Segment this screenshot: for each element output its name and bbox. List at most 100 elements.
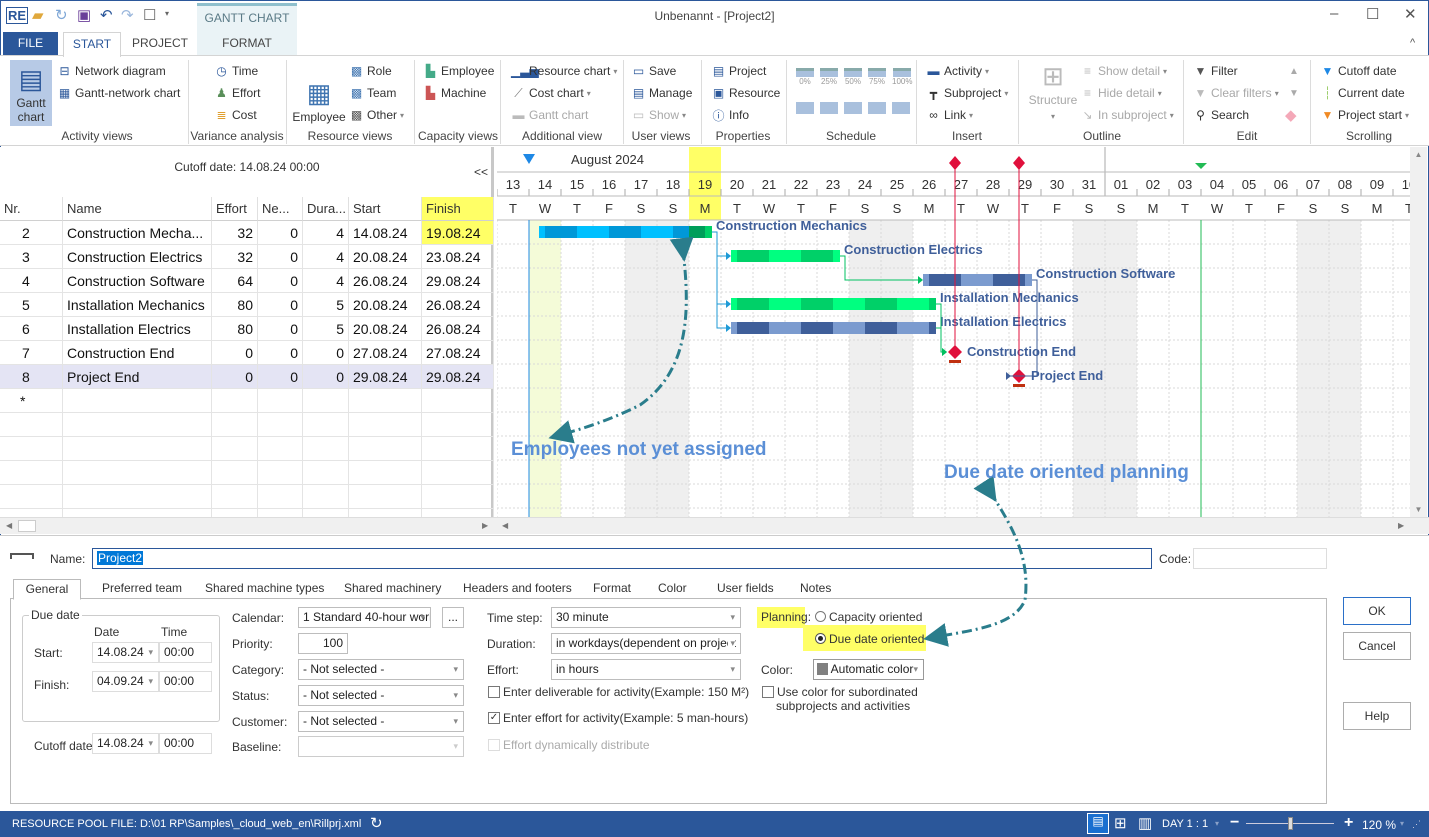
use-color-checkbox[interactable]	[762, 686, 774, 698]
empty-cell[interactable]	[63, 389, 212, 413]
cell-finish[interactable]: 23.08.24	[422, 245, 494, 269]
tab-shared-machinery[interactable]: Shared machinery	[344, 579, 441, 599]
cell-ne[interactable]: 0	[258, 317, 303, 341]
cell-name[interactable]: Project End	[63, 365, 212, 389]
ribbon-cutoff-date-button[interactable]: ▼ Cutoff date	[1320, 62, 1397, 80]
column-header-nr[interactable]: Nr.	[0, 197, 63, 221]
ribbon-resource-chart-button[interactable]: ▁▃▅ Resource chart ▾	[511, 62, 617, 80]
column-header-start[interactable]: Start	[349, 197, 422, 221]
empty-cell[interactable]	[422, 437, 494, 461]
schedule-icon[interactable]	[844, 102, 862, 114]
collapse-ribbon-button[interactable]: ^	[1410, 37, 1415, 49]
cell-finish[interactable]: 27.08.24	[422, 341, 494, 365]
time-step-select[interactable]: 30 minute ▾	[551, 607, 741, 628]
code-input[interactable]	[1193, 548, 1327, 569]
gantt-view-icon[interactable]: ▤	[1087, 813, 1109, 834]
empty-cell[interactable]	[303, 413, 349, 437]
empty-cell[interactable]	[0, 485, 63, 509]
empty-cell[interactable]	[422, 413, 494, 437]
cell-effort[interactable]: 80	[212, 317, 258, 341]
empty-cell[interactable]	[212, 437, 258, 461]
ribbon-gantt-chart-button[interactable]: ▤ Gantt chart	[10, 60, 52, 126]
resize-grip-icon[interactable]: ⋰	[1412, 819, 1421, 830]
cell-start[interactable]: 26.08.24	[349, 269, 422, 293]
cell-name[interactable]: Installation Mechanics	[63, 293, 212, 317]
empty-cell[interactable]	[258, 413, 303, 437]
close-button[interactable]: ✕	[1404, 5, 1417, 23]
ribbon-gantt-chart-button[interactable]: ▬ Gantt chart	[511, 106, 589, 124]
tab-general[interactable]: General	[13, 579, 81, 600]
cell-duration[interactable]: 4	[303, 269, 349, 293]
scroll-up-icon[interactable]: ▲	[1289, 66, 1299, 77]
cancel-button[interactable]: Cancel	[1343, 632, 1411, 660]
ribbon-link-button[interactable]: ∞ Link ▾	[926, 106, 973, 124]
cell-name[interactable]: Construction Software	[63, 269, 212, 293]
zoom-dropdown-icon[interactable]: ▾	[1400, 819, 1404, 828]
help-button[interactable]: Help	[1343, 702, 1411, 730]
duration-select[interactable]: in workdays(dependent on project c ▾	[551, 633, 741, 654]
dynamic-effort-checkbox[interactable]	[488, 739, 500, 751]
tab-format[interactable]: FORMAT	[197, 32, 297, 56]
cell-duration[interactable]: 4	[303, 245, 349, 269]
refresh-pool-icon[interactable]: ↻	[370, 814, 383, 832]
cell-ne[interactable]: 0	[258, 341, 303, 365]
cell-duration[interactable]: 4	[303, 221, 349, 245]
schedule-icon[interactable]	[892, 102, 910, 114]
zoom-in-button[interactable]: +	[1344, 814, 1353, 832]
empty-cell[interactable]	[303, 485, 349, 509]
ribbon-effort-button[interactable]: ♟ Effort	[214, 84, 260, 102]
cutoff-time-input[interactable]: 00:00	[159, 733, 212, 754]
ribbon-hide-detail-button[interactable]: ≡ Hide detail ▾	[1080, 84, 1162, 102]
ribbon-cost-chart-button[interactable]: ⟋ Cost chart ▾	[511, 84, 590, 102]
ribbon-show-button[interactable]: ▭ Show ▾	[631, 106, 686, 124]
empty-cell[interactable]	[303, 389, 349, 413]
empty-cell[interactable]	[258, 461, 303, 485]
cell-effort[interactable]: 64	[212, 269, 258, 293]
cell-duration[interactable]: 0	[303, 341, 349, 365]
tab-preferred-team[interactable]: Preferred team	[102, 579, 182, 599]
start-time-input[interactable]: 00:00	[159, 642, 212, 663]
cell-effort[interactable]: 0	[212, 365, 258, 389]
schedule-progress-25-button[interactable]: 25%	[820, 68, 838, 86]
new-row-marker[interactable]: *	[0, 389, 63, 413]
ribbon-activity-button[interactable]: ▬ Activity ▾	[926, 62, 990, 80]
cell-duration[interactable]: 0	[303, 365, 349, 389]
time-scale[interactable]: DAY 1 : 1	[1162, 818, 1208, 830]
empty-cell[interactable]	[303, 461, 349, 485]
empty-cell[interactable]	[63, 413, 212, 437]
schedule-icon[interactable]	[820, 102, 838, 114]
due-date-oriented-radio[interactable]	[815, 633, 826, 644]
start-date-input[interactable]: 14.08.24 ▾	[92, 642, 159, 663]
empty-cell[interactable]	[258, 437, 303, 461]
ribbon-resource-button[interactable]: ▣ Resource	[711, 84, 781, 102]
cell-start[interactable]: 27.08.24	[349, 341, 422, 365]
schedule-progress-100-button[interactable]: 100%	[892, 68, 912, 86]
column-header-finish[interactable]: Finish	[422, 197, 494, 221]
cell-finish[interactable]: 26.08.24	[422, 293, 494, 317]
empty-cell[interactable]	[212, 485, 258, 509]
cell-effort[interactable]: 32	[212, 221, 258, 245]
scroll-down-icon[interactable]: ▼	[1289, 88, 1299, 99]
ribbon-other-button[interactable]: ▩ Other ▾	[349, 106, 404, 124]
ribbon-machine-button[interactable]: ▙ Machine	[423, 84, 486, 102]
cell-name[interactable]: Construction End	[63, 341, 212, 365]
minimize-button[interactable]: –	[1330, 5, 1338, 22]
cell-name[interactable]: Construction Mecha...	[63, 221, 212, 245]
enter-effort-checkbox[interactable]: ✓	[488, 712, 500, 724]
priority-input[interactable]: 100	[298, 633, 348, 654]
cell-effort[interactable]: 80	[212, 293, 258, 317]
cell-duration[interactable]: 5	[303, 293, 349, 317]
cell-start[interactable]: 29.08.24	[349, 365, 422, 389]
ribbon-employee-button[interactable]: ▙ Employee	[423, 62, 495, 80]
cell-ne[interactable]: 0	[258, 365, 303, 389]
empty-cell[interactable]	[212, 389, 258, 413]
ok-button[interactable]: OK	[1343, 597, 1411, 625]
ribbon-cost-button[interactable]: ≣ Cost	[214, 106, 256, 124]
resource-view-icon[interactable]: ▥	[1138, 814, 1152, 832]
horizontal-scrollbar[interactable]: ◀ ▶ ◀ ▶	[0, 517, 1429, 534]
cell-start[interactable]: 20.08.24	[349, 317, 422, 341]
column-header-duration[interactable]: Dura...	[303, 197, 349, 221]
tab-shared-machine-types[interactable]: Shared machine types	[205, 579, 324, 599]
ribbon-project-button[interactable]: ▤ Project	[711, 62, 767, 80]
tab-file[interactable]: FILE	[3, 32, 58, 56]
